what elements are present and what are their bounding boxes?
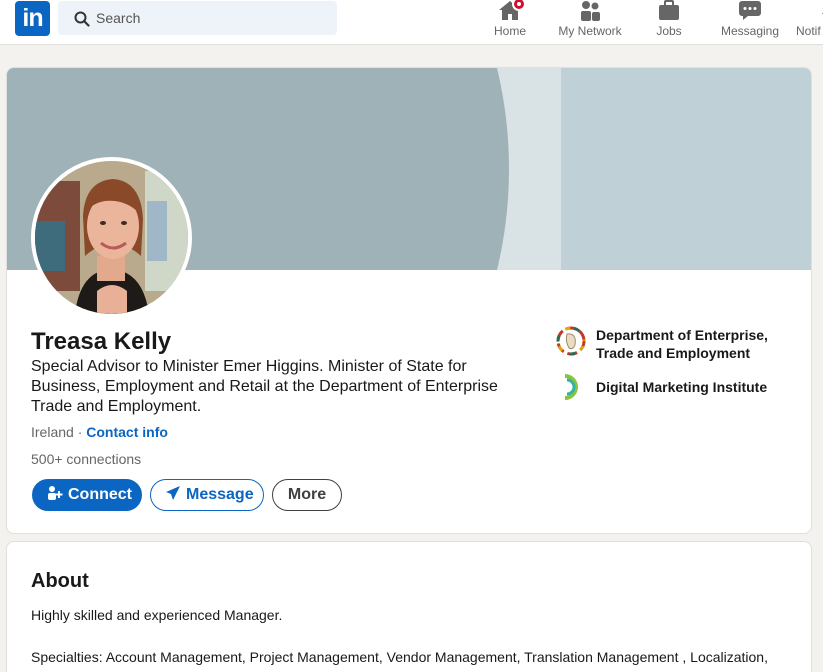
search-icon bbox=[74, 11, 90, 27]
nav-my-network[interactable]: My Network bbox=[553, 0, 627, 45]
profile-photo[interactable] bbox=[31, 157, 192, 318]
nav-notifications-label: Notif bbox=[796, 24, 821, 38]
top-navigation-bar: in Home My Network Jobs Messaging Notif bbox=[0, 0, 823, 45]
profile-photo-image bbox=[35, 161, 188, 314]
separator-dot: · bbox=[77, 424, 83, 440]
about-specialties: Specialties: Account Management, Project… bbox=[31, 649, 768, 672]
add-person-icon bbox=[48, 486, 63, 500]
profile-card: Treasa Kelly Special Advisor to Minister… bbox=[6, 67, 812, 534]
nav-messaging-label: Messaging bbox=[720, 24, 780, 38]
nav-jobs[interactable]: Jobs bbox=[649, 0, 689, 45]
messaging-icon bbox=[739, 1, 761, 20]
organization-name-line2: Trade and Employment bbox=[596, 345, 751, 361]
notification-badge bbox=[512, 0, 526, 11]
department-logo-icon bbox=[556, 326, 586, 356]
about-summary: Highly skilled and experienced Manager. bbox=[31, 607, 283, 623]
profile-location: Ireland bbox=[31, 424, 74, 440]
network-icon bbox=[581, 1, 600, 21]
nav-notifications[interactable]: Notif bbox=[796, 0, 823, 45]
about-title: About bbox=[31, 570, 89, 592]
linkedin-logo[interactable]: in bbox=[15, 1, 50, 36]
education-name: Digital Marketing Institute bbox=[596, 379, 768, 395]
nav-jobs-label: Jobs bbox=[656, 24, 682, 38]
connect-button[interactable]: Connect bbox=[32, 479, 142, 511]
nav-messaging[interactable]: Messaging bbox=[716, 0, 784, 45]
about-card: About Highly skilled and experienced Man… bbox=[6, 541, 812, 672]
connections-count: 500+ connections bbox=[31, 451, 142, 467]
organization-name-line1: Department of Enterprise, bbox=[596, 327, 768, 343]
dmi-logo-icon bbox=[564, 374, 578, 400]
message-button[interactable]: Message bbox=[150, 479, 264, 511]
profile-location-line: Ireland · Contact info bbox=[31, 424, 168, 440]
search-box[interactable] bbox=[58, 1, 337, 35]
search-input[interactable] bbox=[96, 1, 326, 35]
nav-home-label: Home bbox=[493, 24, 526, 38]
nav-home[interactable]: Home bbox=[490, 0, 530, 45]
briefcase-icon bbox=[659, 0, 679, 20]
profile-name: Treasa Kelly bbox=[31, 328, 172, 355]
connect-button-label: Connect bbox=[68, 486, 132, 503]
more-button-label: More bbox=[287, 486, 327, 503]
more-button[interactable]: More bbox=[272, 479, 342, 511]
profile-headline: Special Advisor to Minister Emer Higgins… bbox=[31, 358, 498, 415]
send-icon bbox=[166, 486, 180, 500]
nav-my-network-label: My Network bbox=[558, 24, 622, 38]
message-button-label: Message bbox=[186, 486, 254, 503]
contact-info-link[interactable]: Contact info bbox=[86, 424, 168, 440]
